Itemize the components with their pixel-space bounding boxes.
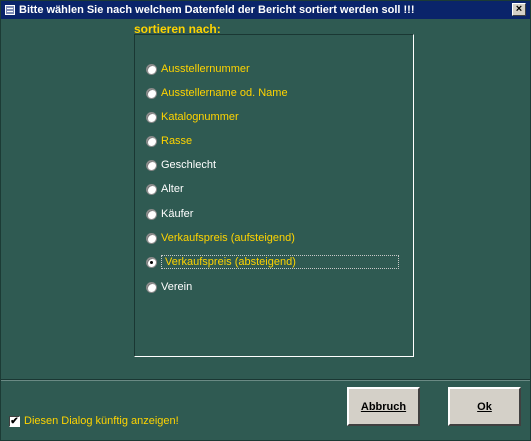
form-icon <box>5 5 15 15</box>
option-label: Rasse <box>161 135 193 147</box>
option-label: Verein <box>161 281 193 293</box>
option-label: Ausstellername od. Name <box>161 87 288 99</box>
ok-button[interactable]: Ok <box>448 387 521 426</box>
option-label: Verkaufspreis (aufsteigend) <box>161 232 295 244</box>
title-bar: Bitte wählen Sie nach welchem Datenfeld … <box>1 1 530 19</box>
option-label: Käufer <box>161 208 194 220</box>
option-alter[interactable]: Alter <box>146 180 184 198</box>
option-label: Geschlecht <box>161 159 217 171</box>
option-kaeufer[interactable]: Käufer <box>146 205 193 223</box>
radio-button[interactable] <box>146 232 157 244</box>
checkbox-label: Diesen Dialog künftig anzeigen! <box>24 415 179 427</box>
radio-button[interactable] <box>146 63 157 75</box>
option-label: Alter <box>161 183 184 195</box>
radio-button[interactable] <box>146 111 157 123</box>
cancel-button-label: Abbruch <box>360 400 407 413</box>
option-label: Verkaufspreis (absteigend) <box>161 255 399 269</box>
option-verkaufspreis-absteigend[interactable]: Verkaufspreis (absteigend) <box>146 253 399 271</box>
radio-button[interactable] <box>146 183 157 195</box>
ok-button-label: Ok <box>477 400 492 413</box>
show-dialog-checkbox[interactable]: ✔ <box>9 415 20 427</box>
option-verkaufspreis-aufsteigend[interactable]: Verkaufspreis (aufsteigend) <box>146 229 295 247</box>
option-verein[interactable]: Verein <box>146 278 192 296</box>
radio-button[interactable] <box>146 87 157 99</box>
cancel-button[interactable]: Abbruch <box>347 387 420 426</box>
option-label: Ausstellernummer <box>161 63 250 75</box>
option-ausstellername[interactable]: Ausstellername od. Name <box>146 84 288 102</box>
footer-divider <box>1 379 530 381</box>
radio-button-selected[interactable] <box>146 256 157 268</box>
radio-button[interactable] <box>146 208 157 220</box>
show-dialog-checkbox-row[interactable]: ✔ Diesen Dialog künftig anzeigen! <box>9 415 179 427</box>
option-katalognummer[interactable]: Katalognummer <box>146 108 239 126</box>
radio-button[interactable] <box>146 135 157 147</box>
option-geschlecht[interactable]: Geschlecht <box>146 156 216 174</box>
radio-button[interactable] <box>146 281 157 293</box>
option-ausstellernummer[interactable]: Ausstellernummer <box>146 60 250 78</box>
option-rasse[interactable]: Rasse <box>146 132 192 150</box>
window-title: Bitte wählen Sie nach welchem Datenfeld … <box>19 4 415 16</box>
option-label: Katalognummer <box>161 111 239 123</box>
dialog-window: Bitte wählen Sie nach welchem Datenfeld … <box>0 0 531 441</box>
radio-button[interactable] <box>146 159 157 171</box>
close-button[interactable]: × <box>512 3 526 16</box>
